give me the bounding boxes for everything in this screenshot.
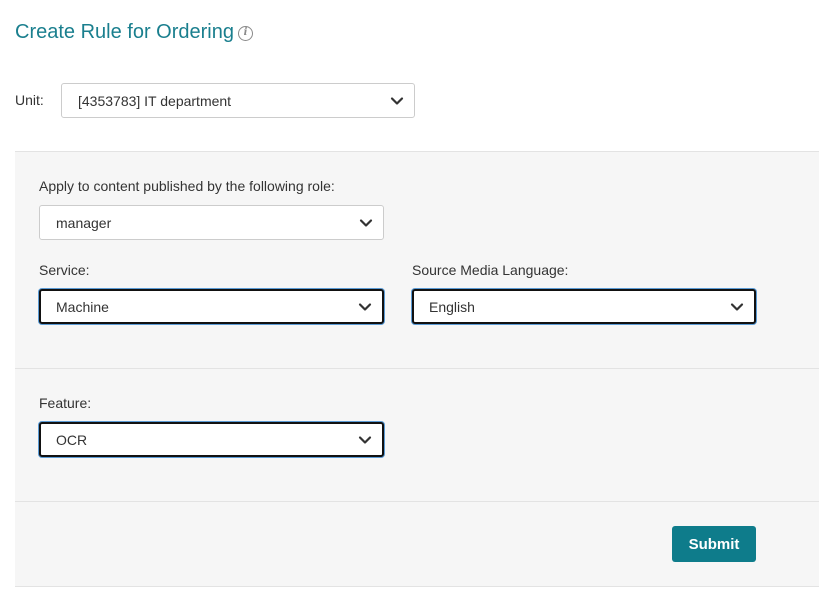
unit-select-value: [4353783] IT department (78, 92, 232, 109)
page-title-text: Create Rule for Ordering (15, 21, 234, 43)
submit-button[interactable]: Submit (672, 526, 756, 562)
role-select[interactable]: manager (39, 205, 384, 240)
feature-label: Feature: (39, 395, 92, 411)
feature-select[interactable]: OCR (39, 422, 384, 457)
chevron-down-icon (730, 302, 744, 311)
chevron-down-icon (358, 435, 372, 444)
info-icon[interactable]: i (237, 25, 253, 41)
service-select[interactable]: Machine (39, 289, 384, 324)
source-language-select-value: English (429, 298, 475, 315)
unit-label: Unit: (15, 92, 44, 108)
unit-select[interactable]: [4353783] IT department (61, 83, 415, 118)
chevron-down-icon (358, 302, 372, 311)
chevron-down-icon (359, 218, 373, 227)
page-title: Create Rule for Ordering i (15, 21, 253, 44)
role-label: Apply to content published by the follow… (39, 178, 335, 194)
source-language-label: Source Media Language: (412, 262, 569, 278)
chevron-down-icon (390, 96, 404, 105)
role-select-value: manager (56, 214, 112, 231)
service-select-value: Machine (56, 298, 109, 315)
feature-select-value: OCR (56, 431, 88, 448)
source-language-select[interactable]: English (412, 289, 756, 324)
service-label: Service: (39, 262, 90, 278)
